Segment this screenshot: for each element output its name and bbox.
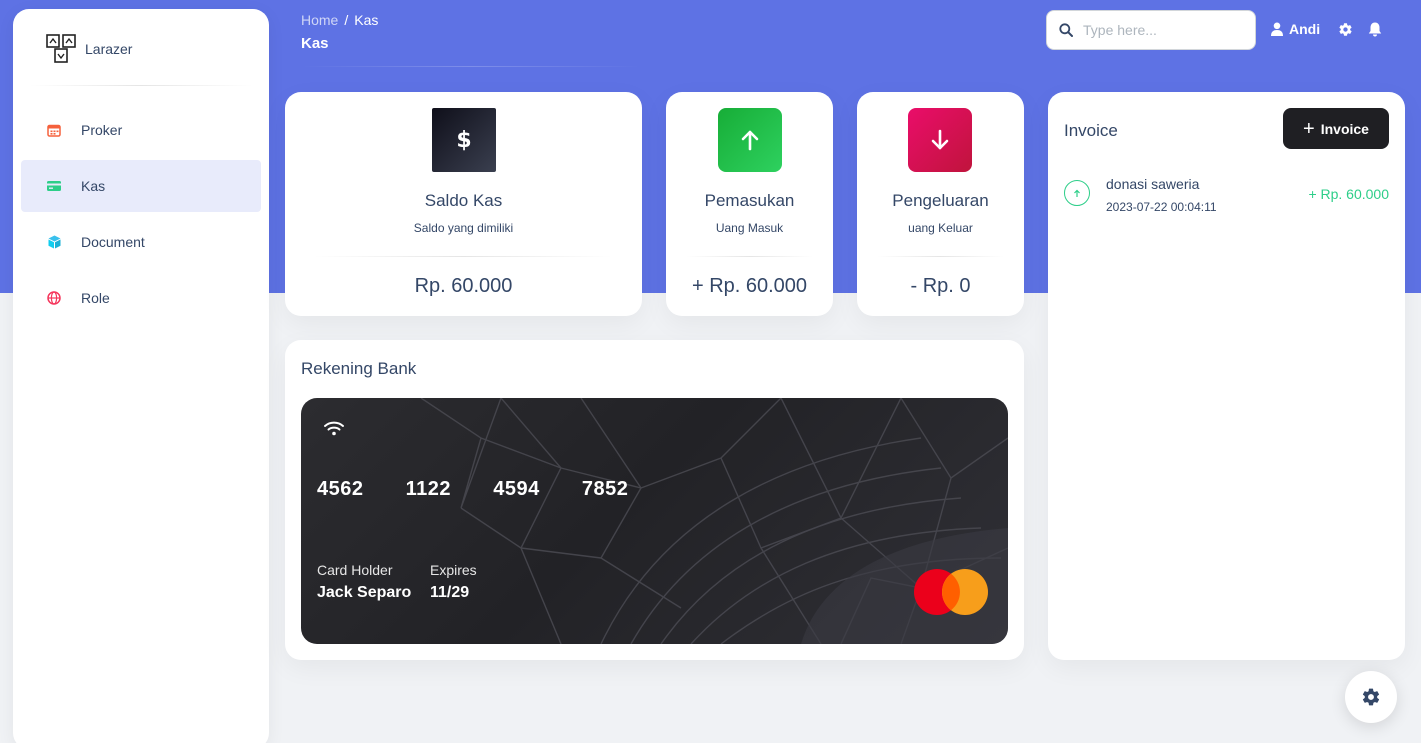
- settings-icon[interactable]: [1338, 22, 1353, 42]
- sidebar-item-label: Role: [81, 290, 110, 306]
- add-invoice-label: Invoice: [1320, 120, 1369, 137]
- sidebar-item-document[interactable]: Document: [21, 216, 261, 268]
- gear-icon: [1362, 688, 1380, 706]
- pemasukan-divider: [686, 256, 813, 257]
- logo-icon: [46, 34, 76, 63]
- configurator-button[interactable]: [1345, 671, 1397, 723]
- breadcrumb-home[interactable]: Home: [301, 12, 338, 28]
- saldo-value: Rp. 60.000: [414, 275, 513, 297]
- search-icon: [1059, 23, 1073, 37]
- brand[interactable]: Larazer: [46, 34, 132, 64]
- pengeluaran-value: - Rp. 0: [910, 275, 971, 297]
- invoice-item-name: donasi saweria: [1106, 176, 1200, 192]
- mastercard-logo-icon: [914, 569, 988, 615]
- search-box[interactable]: [1046, 10, 1256, 50]
- user-name: Andi: [1289, 21, 1321, 37]
- card-holder-label: Card Holder: [317, 562, 393, 578]
- credit-card[interactable]: 4562 1122 4594 7852 Card Holder Jack Sep…: [301, 398, 1008, 644]
- user-menu[interactable]: Andi: [1271, 21, 1320, 37]
- sidebar-item-proker[interactable]: Proker: [21, 104, 261, 156]
- invoice-item-date: 2023-07-22 00:04:11: [1106, 200, 1217, 214]
- invoice-title: Invoice: [1064, 121, 1118, 140]
- credit-card-icon: [47, 179, 61, 193]
- search-input[interactable]: [1083, 22, 1243, 38]
- saldo-subtitle: Saldo yang dimiliki: [413, 221, 514, 235]
- pemasukan-card: Pemasukan Uang Masuk + Rp. 60.000: [666, 92, 833, 316]
- expires-value: 11/29: [430, 584, 470, 601]
- card-number: 4562 1122 4594 7852: [317, 478, 629, 500]
- pemasukan-subtitle: Uang Masuk: [715, 221, 784, 235]
- arrow-down-icon: [908, 108, 972, 172]
- breadcrumb-separator: /: [344, 12, 349, 28]
- saldo-title: Saldo Kas: [424, 191, 503, 210]
- bell-icon[interactable]: [1368, 22, 1382, 42]
- bank-account-card: Rekening Bank 4562 1122 4594 7852 Card H…: [285, 340, 1024, 660]
- sidebar-item-label: Kas: [81, 178, 106, 194]
- pemasukan-value: + Rp. 60.000: [691, 275, 808, 297]
- box-icon: [47, 235, 61, 249]
- page-title: Kas: [301, 35, 329, 52]
- invoice-card: Invoice + Invoice donasi saweria 2023-07…: [1048, 92, 1405, 660]
- breadcrumb-current: Kas: [354, 12, 379, 28]
- saldo-divider: [313, 256, 613, 257]
- svg-text:$: $: [456, 128, 471, 152]
- pengeluaran-card: Pengeluaran uang Keluar - Rp. 0: [857, 92, 1024, 316]
- sidebar-divider: [29, 85, 253, 86]
- wifi-icon: [324, 421, 344, 436]
- pengeluaran-divider: [877, 256, 1004, 257]
- breadcrumb: Home / Kas: [301, 12, 378, 28]
- card-pattern-background: [420, 398, 1008, 644]
- sidebar: Larazer Proker Kas Document Role: [13, 9, 269, 743]
- sidebar-item-label: Document: [81, 234, 145, 250]
- dollar-icon: $: [432, 108, 496, 172]
- invoice-list-item[interactable]: donasi saweria 2023-07-22 00:04:11 + Rp.…: [1064, 174, 1389, 214]
- pemasukan-title: Pemasukan: [704, 191, 795, 210]
- arrow-up-icon: [718, 108, 782, 172]
- invoice-item-amount: + Rp. 60.000: [1308, 186, 1389, 202]
- add-invoice-button[interactable]: + Invoice: [1283, 108, 1389, 149]
- sidebar-item-label: Proker: [81, 122, 123, 138]
- plus-icon: +: [1303, 117, 1315, 140]
- bank-title: Rekening Bank: [301, 359, 417, 378]
- user-icon: [1271, 22, 1283, 36]
- globe-icon: [47, 291, 61, 305]
- sidebar-item-kas[interactable]: Kas: [21, 160, 261, 212]
- saldo-card: $ Saldo Kas Saldo yang dimiliki Rp. 60.0…: [285, 92, 642, 316]
- pengeluaran-subtitle: uang Keluar: [908, 221, 973, 235]
- arrow-up-icon: [1064, 180, 1090, 206]
- brand-name: Larazer: [85, 41, 133, 57]
- calendar-icon: [47, 123, 61, 137]
- header-divider: [301, 66, 641, 67]
- expires-label: Expires: [430, 562, 477, 578]
- card-holder-name: Jack Separo: [317, 584, 412, 601]
- sidebar-item-role[interactable]: Role: [21, 272, 261, 324]
- pengeluaran-title: Pengeluaran: [892, 191, 989, 210]
